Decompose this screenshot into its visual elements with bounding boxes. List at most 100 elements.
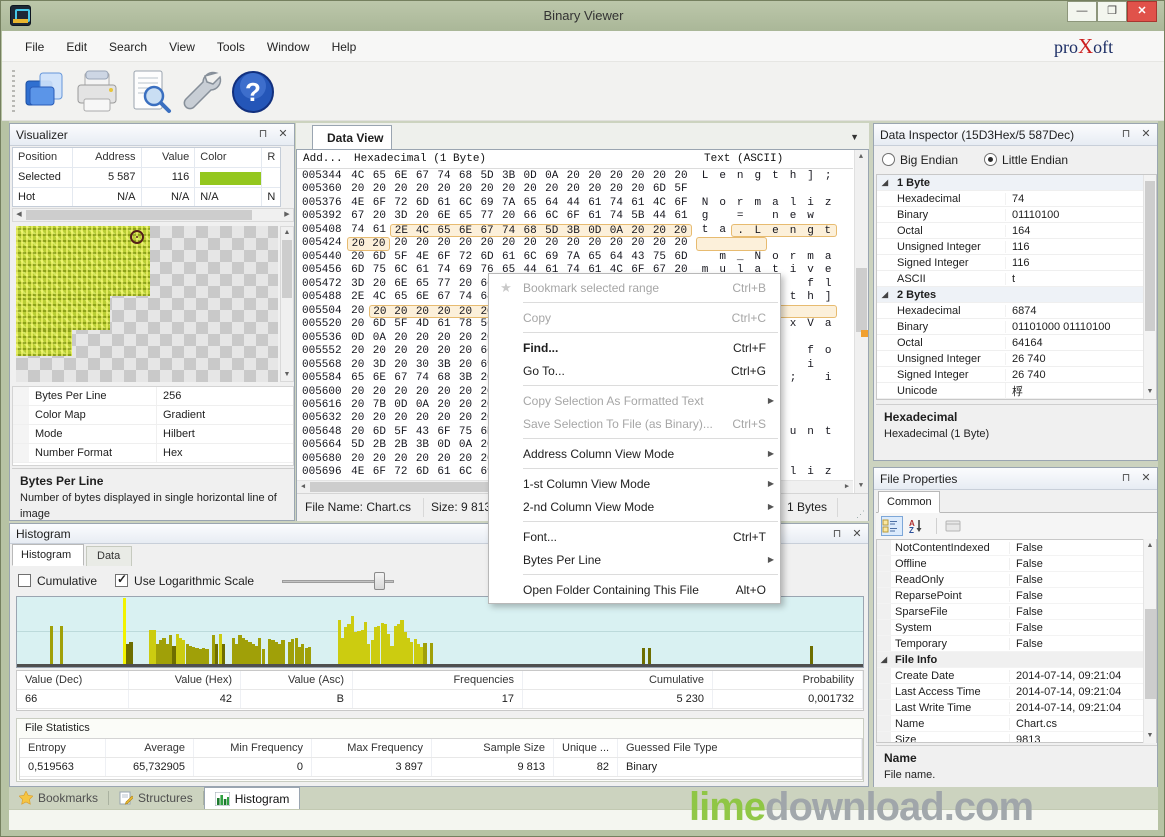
hex-byte[interactable]: 6D — [412, 197, 434, 210]
hex-byte[interactable]: 20 — [649, 224, 671, 237]
ascii-char[interactable]: f — [802, 345, 820, 358]
hex-byte[interactable]: 0D — [519, 170, 541, 183]
hex-byte[interactable]: 65 — [455, 210, 477, 223]
hex-byte[interactable]: 6E — [390, 170, 412, 183]
ascii-char[interactable] — [802, 386, 820, 399]
hex-byte[interactable]: 20 — [455, 453, 477, 466]
hex-byte[interactable]: 5F — [390, 251, 412, 264]
hex-byte[interactable]: 20 — [347, 359, 369, 372]
menu-item-bytes-per-line[interactable]: Bytes Per Line▶ — [489, 548, 780, 571]
hex-byte[interactable]: 43 — [627, 251, 649, 264]
close-icon[interactable]: ✕ — [850, 527, 864, 541]
ascii-char[interactable] — [819, 210, 837, 223]
hex-byte[interactable]: 6F — [369, 466, 391, 479]
hex-byte[interactable]: 20 — [670, 237, 692, 250]
ascii-char[interactable]: n — [767, 210, 785, 223]
hex-byte[interactable]: 72 — [390, 197, 412, 210]
ascii-char[interactable]: g — [696, 210, 714, 223]
ascii-char[interactable] — [802, 399, 820, 412]
hex-byte[interactable]: 20 — [519, 237, 541, 250]
sort-alphabetical-icon[interactable]: AZ — [907, 516, 929, 536]
log-scale-checkbox[interactable]: Use Logarithmic Scale — [115, 574, 254, 588]
hex-byte[interactable]: 20 — [541, 237, 563, 250]
hex-byte[interactable]: 20 — [562, 183, 584, 196]
hex-byte[interactable]: 20 — [412, 345, 434, 358]
hex-byte[interactable]: 4E — [347, 197, 369, 210]
hex-byte[interactable]: 20 — [347, 305, 369, 318]
slider-thumb[interactable] — [374, 572, 385, 590]
hex-byte[interactable]: 69 — [455, 264, 477, 277]
hex-byte[interactable]: 65 — [584, 251, 606, 264]
ascii-char[interactable]: L — [749, 224, 767, 237]
hex-byte[interactable]: 75 — [369, 264, 391, 277]
hex-byte[interactable]: 5D — [476, 170, 498, 183]
hex-byte[interactable]: 20 — [541, 183, 563, 196]
property-row[interactable]: Create Date2014-07-14, 09:21:04 — [877, 668, 1156, 684]
hex-byte[interactable]: 20 — [433, 453, 455, 466]
ascii-char[interactable] — [819, 332, 837, 345]
ascii-char[interactable]: r — [731, 197, 749, 210]
hex-byte[interactable]: 65 — [369, 170, 391, 183]
menu-item-1-st-column-view-mode[interactable]: 1-st Column View Mode▶ — [489, 472, 780, 495]
hex-byte[interactable]: 7A — [562, 251, 584, 264]
ascii-char[interactable]: o — [819, 345, 837, 358]
expand-icon[interactable]: ◢ — [877, 178, 893, 187]
hex-byte[interactable]: 66 — [519, 210, 541, 223]
hex-address[interactable]: 005424 — [297, 237, 347, 250]
hex-byte[interactable]: 0D — [433, 439, 455, 452]
hex-byte[interactable]: 20 — [390, 386, 412, 399]
ascii-char[interactable]: t — [819, 224, 837, 237]
ascii-char[interactable] — [784, 359, 802, 372]
property-row[interactable]: ReadOnlyFalse — [877, 572, 1156, 588]
tab-data[interactable]: Data — [86, 546, 132, 566]
hex-address[interactable]: 005584 — [297, 372, 347, 385]
ascii-char[interactable]: ] — [802, 170, 820, 183]
close-icon[interactable]: ✕ — [1139, 471, 1153, 485]
hex-address[interactable]: 005568 — [297, 359, 347, 372]
property-row[interactable]: Size9813 — [877, 732, 1156, 743]
hex-byte[interactable]: 20 — [455, 237, 477, 250]
hex-byte[interactable]: 61 — [433, 466, 455, 479]
ascii-char[interactable]: e — [714, 170, 732, 183]
hex-byte[interactable]: 67 — [412, 170, 434, 183]
ascii-char[interactable]: x — [784, 318, 802, 331]
hex-address[interactable]: 005392 — [297, 210, 347, 223]
bottom-tab-bookmarks[interactable]: Bookmarks — [9, 787, 108, 809]
hex-byte[interactable]: 5B — [627, 210, 649, 223]
hex-byte[interactable]: 68 — [455, 170, 477, 183]
print-icon[interactable] — [74, 69, 120, 115]
hex-byte[interactable]: 6F — [433, 251, 455, 264]
hex-byte[interactable]: 20 — [476, 183, 498, 196]
hex-byte[interactable]: 3B — [562, 224, 584, 237]
hex-byte[interactable]: 20 — [649, 237, 671, 250]
expand-icon[interactable]: ◢ — [877, 655, 891, 664]
inspector-group-row[interactable]: ◢2 Bytes — [877, 287, 1156, 303]
hex-byte[interactable]: 61 — [627, 197, 649, 210]
ascii-char[interactable] — [767, 237, 785, 250]
hex-byte[interactable]: 20 — [562, 170, 584, 183]
properties-scrollbar[interactable]: ▲▼ — [1143, 539, 1156, 743]
ascii-char[interactable] — [784, 305, 802, 318]
inspector-row[interactable]: Hexadecimal74 — [877, 191, 1156, 207]
inspector-row[interactable]: Signed Integer26 740 — [877, 367, 1156, 383]
hex-byte[interactable]: 65 — [390, 291, 412, 304]
hex-byte[interactable]: 64 — [541, 197, 563, 210]
hex-byte[interactable]: 20 — [412, 237, 434, 250]
hex-byte[interactable]: 20 — [562, 237, 584, 250]
hex-byte[interactable]: 20 — [347, 237, 369, 250]
hex-byte[interactable]: 6F — [670, 197, 692, 210]
hex-byte[interactable]: 5D — [347, 439, 369, 452]
hex-byte[interactable]: 20 — [390, 412, 412, 425]
hex-byte[interactable]: 68 — [519, 224, 541, 237]
ascii-char[interactable]: a — [714, 224, 732, 237]
hex-byte[interactable]: 20 — [347, 386, 369, 399]
hex-address[interactable]: 005600 — [297, 386, 347, 399]
inspector-row[interactable]: ASCIIt — [877, 271, 1156, 287]
hex-address[interactable]: 005376 — [297, 197, 347, 210]
hex-byte[interactable]: 20 — [369, 345, 391, 358]
ascii-char[interactable] — [802, 183, 820, 196]
toolbar-grip[interactable] — [12, 70, 15, 114]
inspector-row[interactable]: Unsigned Integer116 — [877, 239, 1156, 255]
hex-byte[interactable]: 3B — [455, 372, 477, 385]
visualizer-bitmap[interactable] — [16, 226, 278, 382]
